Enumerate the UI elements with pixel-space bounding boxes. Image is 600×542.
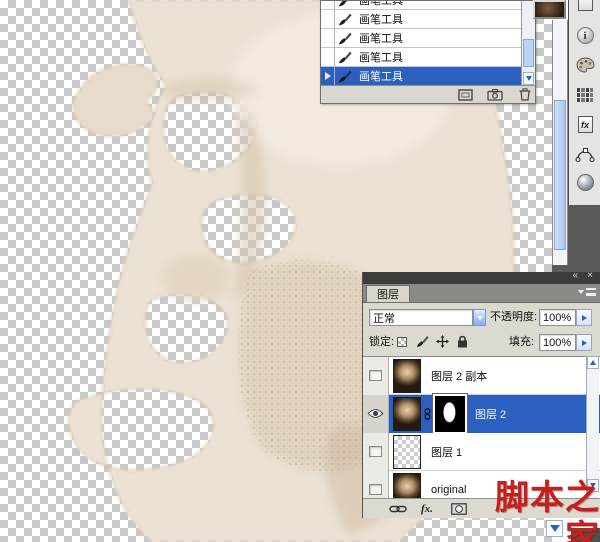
new-snapshot-button[interactable] [486, 88, 504, 102]
delete-state-button[interactable] [516, 88, 534, 102]
history-panel: 画笔工具 画笔工具 画笔工具 [320, 0, 536, 104]
info-icon[interactable]: i [574, 25, 596, 46]
history-panel-bottom-bar [321, 85, 535, 103]
collapse-panel-icon[interactable]: « [572, 270, 578, 282]
layers-scroll-down-button[interactable] [587, 479, 599, 492]
tab-layers[interactable]: 图层 [366, 285, 410, 302]
lock-pixels-icon[interactable] [415, 334, 429, 349]
link-layers-icon[interactable] [389, 504, 407, 514]
swatches-icon[interactable] [574, 84, 596, 105]
fill-slider-button[interactable] [576, 334, 592, 351]
visibility-toggle[interactable] [363, 433, 389, 471]
layer-thumbnail[interactable] [393, 397, 421, 431]
history-state-label: 画笔工具 [355, 30, 403, 46]
photoshop-workspace: i fx 画笔工具 [0, 0, 600, 542]
layer-name: 图层 2 副本 [421, 368, 487, 384]
layers-scroll-up-button[interactable] [587, 356, 599, 369]
fill-label: 填充: [509, 334, 534, 351]
history-state-list: 画笔工具 画笔工具 画笔工具 [321, 1, 521, 87]
layers-panel-titlebar: « × [363, 272, 600, 284]
pen-path-icon[interactable] [574, 144, 596, 165]
layer-thumbnail[interactable] [393, 435, 421, 469]
history-state-row[interactable]: 画笔工具 [321, 10, 521, 29]
history-state-row[interactable]: 画笔工具 [321, 1, 521, 10]
lock-transparency-icon[interactable] [395, 334, 409, 349]
layer-row[interactable]: original [363, 471, 600, 498]
layer-thumbnail[interactable] [393, 359, 421, 393]
palette-icon[interactable] [574, 54, 596, 75]
history-state-label: 画笔工具 [355, 1, 403, 8]
brush-tool-icon [335, 70, 355, 83]
document-vertical-scrollbar[interactable] [552, 20, 568, 265]
layer-style-icon[interactable]: fx. [421, 503, 433, 515]
scroll-down-button[interactable] [546, 520, 563, 537]
add-mask-icon[interactable] [451, 503, 467, 515]
styles-icon[interactable]: fx [574, 114, 596, 135]
layers-panel-tabs: 图层 [363, 284, 600, 303]
layer-name: 图层 2 [465, 406, 506, 422]
fill-value: 100% [543, 337, 571, 349]
docked-preview-button[interactable] [533, 0, 566, 19]
layers-list: 图层 2 副本 图层 2 图层 1 original [363, 356, 600, 498]
new-document-from-state-button[interactable] [456, 88, 474, 102]
palette-well-strip: i fx [568, 0, 600, 205]
panel-menu-button[interactable] [578, 288, 596, 296]
current-state-pointer-icon [325, 72, 331, 80]
history-source-column[interactable] [321, 48, 335, 67]
blend-mode-dropdown-icon[interactable] [473, 309, 486, 326]
history-source-column[interactable] [321, 1, 335, 10]
eye-icon [367, 408, 384, 419]
visibility-toggle[interactable] [363, 395, 389, 433]
history-state-row-selected[interactable]: 画笔工具 [321, 67, 521, 86]
opacity-label: 不透明度: [490, 309, 537, 326]
layer-mask-thumbnail[interactable] [435, 396, 465, 432]
history-source-column[interactable] [321, 10, 335, 29]
history-state-label: 画笔工具 [355, 11, 403, 27]
history-scrollbar-thumb[interactable] [523, 39, 534, 67]
history-source-column[interactable] [321, 67, 335, 86]
history-source-column[interactable] [321, 29, 335, 48]
close-panel-icon[interactable]: × [587, 270, 593, 282]
lock-position-icon[interactable] [435, 334, 449, 349]
blend-mode-value: 正常 [373, 310, 395, 326]
fill-input[interactable]: 100% [539, 334, 576, 351]
layers-panel: « × 图层 正常 不透明度: 100% 锁定: 填充: [362, 272, 600, 518]
layer-thumbnail[interactable] [393, 473, 421, 499]
layers-panel-controls: 正常 不透明度: 100% 锁定: 填充: 100% [363, 303, 600, 356]
layer-row-selected[interactable]: 图层 2 [363, 395, 600, 433]
layer-name: 图层 1 [421, 444, 462, 460]
opacity-slider-button[interactable] [576, 309, 592, 326]
sphere-icon[interactable] [574, 172, 596, 193]
corner-background [571, 528, 600, 542]
history-state-row[interactable]: 画笔工具 [321, 29, 521, 48]
opacity-input[interactable]: 100% [539, 309, 576, 326]
layer-row[interactable]: 图层 2 副本 [363, 357, 600, 395]
document-scrollbar-thumb[interactable] [554, 100, 566, 250]
visibility-toggle[interactable] [363, 471, 389, 499]
blend-mode-select[interactable]: 正常 [369, 309, 473, 326]
page-icon[interactable] [574, 0, 596, 13]
brush-tool-icon [335, 32, 355, 45]
history-scroll-down-button[interactable] [523, 72, 534, 85]
layers-scrollbar[interactable] [586, 356, 599, 498]
mask-link-icon[interactable] [423, 408, 431, 420]
lock-all-icon[interactable] [455, 334, 469, 349]
brush-tool-icon [335, 1, 355, 7]
layer-name: original [421, 484, 466, 496]
history-state-row[interactable]: 画笔工具 [321, 48, 521, 67]
brush-tool-icon [335, 51, 355, 64]
layers-panel-bottom-bar: fx. [363, 498, 600, 518]
opacity-value: 100% [543, 312, 571, 324]
history-state-label: 画笔工具 [355, 49, 403, 65]
history-state-label: 画笔工具 [355, 68, 403, 84]
brush-tool-icon [335, 13, 355, 26]
visibility-toggle[interactable] [363, 357, 389, 395]
layer-row[interactable]: 图层 1 [363, 433, 600, 471]
lock-label: 锁定: [369, 334, 394, 351]
